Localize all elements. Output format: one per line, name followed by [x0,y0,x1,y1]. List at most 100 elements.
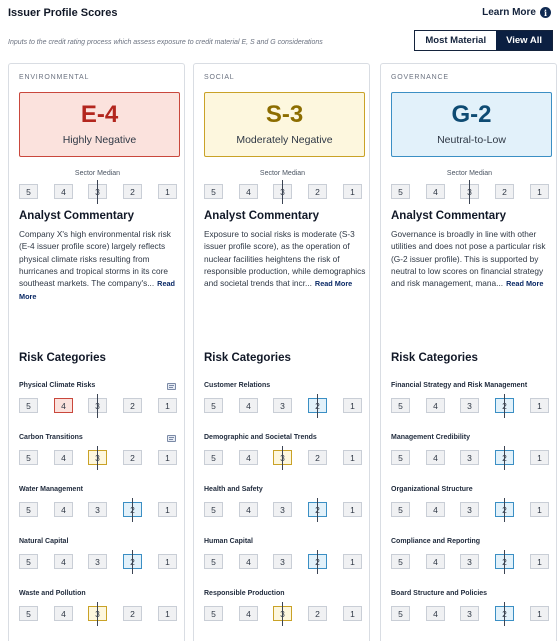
score-cell-1: 1 [343,554,362,569]
score-cell-4: 4 [54,184,73,199]
score-cell-4: 4 [239,502,258,517]
score-cell-3: 3 [88,554,107,569]
sector-median-marker [504,446,505,470]
score-cell-4: 4 [239,450,258,465]
risk-category-scale: 54321 [202,498,363,522]
comment-icon[interactable] [167,383,176,390]
score-cell-4: 4 [54,450,73,465]
score-cell-1: 1 [158,606,177,621]
score-cell-5: 5 [204,184,223,199]
risk-category-name: Physical Climate Risks [19,382,96,389]
most-material-button[interactable]: Most Material [415,31,497,50]
score-description: Neutral-to-Low [437,134,506,146]
sector-median-marker [317,550,318,574]
score-cell-3: 3 [273,554,292,569]
sector-median-marker [504,394,505,418]
comment-icon[interactable] [167,435,176,442]
analyst-commentary-title: Analyst Commentary [204,210,320,222]
learn-more-link[interactable]: Learn More i [482,7,551,18]
risk-category-scale: 54321 [202,394,363,418]
risk-category-scale: 54321 [389,394,550,418]
page-subtitle: Inputs to the credit rating process whic… [8,39,323,46]
score-card: E-4 Highly Negative [19,92,180,157]
risk-category-scale: 54321 [17,550,178,574]
learn-more-label: Learn More [482,7,536,18]
score-cell-4: 4 [54,554,73,569]
risk-category-scale: 54321 [202,550,363,574]
score-cell-2: 2 [123,184,142,199]
score-cell-1: 1 [343,606,362,621]
score-cell-4: 4 [239,398,258,413]
score-card: G-2 Neutral-to-Low [391,92,552,157]
risk-category-scale: 54321 [17,498,178,522]
sector-median-marker [504,550,505,574]
sector-median-marker [469,180,470,204]
read-more-link[interactable]: Read More [506,279,543,288]
score-cell-1: 1 [343,184,362,199]
score-cell-1: 1 [530,184,549,199]
score-cell-4-selected: 4 [54,398,73,413]
score-cell-1: 1 [158,398,177,413]
read-more-link[interactable]: Read More [315,279,352,288]
score-cell-2: 2 [495,184,514,199]
pillar-panels: ENVIRONMENTAL E-4 Highly Negative Sector Me… [8,63,557,641]
score-cell-5: 5 [204,398,223,413]
pillar-label: GOVERNANCE [391,74,449,81]
info-icon[interactable]: i [540,7,551,18]
sector-median-marker [504,602,505,626]
risk-category-name: Waste and Pollution [19,590,86,597]
score-cell-1: 1 [530,606,549,621]
risk-category-name: Health and Safety [204,486,263,493]
risk-category-scale: 54321 [17,446,178,470]
risk-category-name: Board Structure and Policies [391,590,488,597]
risk-category-name: Management Credibility [391,434,470,441]
score-cell-3: 3 [460,554,479,569]
pillar-label: SOCIAL [204,74,235,81]
score-cell-4: 4 [426,554,445,569]
score-cell-5: 5 [19,554,38,569]
sector-median-marker [282,602,283,626]
score-cell-5: 5 [391,606,410,621]
score-cell-5: 5 [19,502,38,517]
score-cell-1: 1 [158,184,177,199]
risk-categories-title: Risk Categories [19,352,106,364]
score-cell-3: 3 [460,606,479,621]
pillar-panel-governance: GOVERNANCE G-2 Neutral-to-Low Sector Median… [380,63,557,641]
risk-category-name: Demographic and Societal Trends [204,434,317,441]
sector-median-marker [317,394,318,418]
score-cell-4: 4 [239,606,258,621]
sector-median-label: Sector Median [259,170,306,177]
sector-median-marker [132,550,133,574]
score-cell-4: 4 [239,554,258,569]
sector-median-marker [282,446,283,470]
score-cell-1: 1 [530,450,549,465]
score-cell-1: 1 [343,502,362,517]
score-cell-5: 5 [391,554,410,569]
sector-median-marker [97,446,98,470]
analyst-commentary-title: Analyst Commentary [19,210,135,222]
score-cell-1: 1 [343,398,362,413]
score-card: S-3 Moderately Negative [204,92,365,157]
view-all-button[interactable]: View All [496,31,552,50]
risk-category-name: Carbon Transitions [19,434,83,441]
score-cell-1: 1 [158,554,177,569]
score-cell-3: 3 [460,398,479,413]
risk-category-scale: 54321 [389,602,550,626]
score-cell-4: 4 [54,606,73,621]
sector-median-scale: 54321 [17,180,178,204]
risk-category-scale: 54321 [202,602,363,626]
score-cell-2: 2 [308,606,327,621]
score-cell-2: 2 [308,450,327,465]
analyst-commentary-text: Governance is broadly in line with other… [391,228,553,290]
risk-category-scale: 54321 [202,446,363,470]
sector-median-scale: 54321 [389,180,550,204]
sector-median-marker [504,498,505,522]
risk-category-scale: 54321 [389,550,550,574]
score-cell-5: 5 [19,450,38,465]
score-cell-3: 3 [460,450,479,465]
sector-median-marker [317,498,318,522]
score-cell-5: 5 [391,502,410,517]
materiality-toggle: Most Material View All [414,30,553,51]
risk-category-name: Organizational Structure [391,486,473,493]
risk-categories-title: Risk Categories [204,352,291,364]
